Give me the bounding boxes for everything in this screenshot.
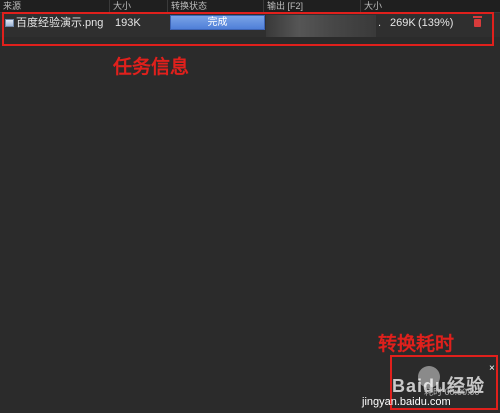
column-source-size[interactable]: 大小: [110, 0, 168, 12]
column-output[interactable]: 输出 [F2]: [264, 0, 361, 12]
conversion-time-annotation: 转换耗时: [378, 333, 455, 355]
column-output-size[interactable]: 大小: [361, 0, 500, 12]
task-info-annotation: 任务信息: [113, 56, 190, 78]
column-status[interactable]: 转换状态: [168, 0, 264, 12]
elapsed-time: 耗时 00:00:00: [424, 387, 480, 397]
column-source[interactable]: 来源: [0, 0, 110, 12]
task-info-highlight: [2, 12, 494, 46]
